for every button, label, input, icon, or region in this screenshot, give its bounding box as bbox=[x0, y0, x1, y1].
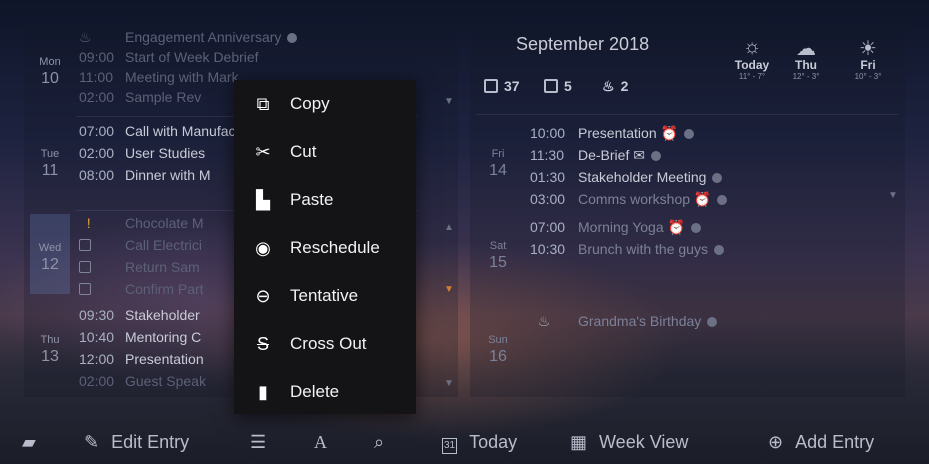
copy-icon: ⧉ bbox=[256, 94, 270, 114]
stat-events: 37 bbox=[484, 78, 520, 94]
day-label-fri: Fri 14 bbox=[489, 148, 507, 179]
scroll-down-icon[interactable]: ▼ bbox=[444, 96, 454, 107]
bottom-toolbar: ▰ ✎ Edit Entry ☰ A ⌕ 31 Today ▦ Week View ⊕… bbox=[0, 420, 929, 464]
alarm-icon: ⏰ bbox=[663, 219, 685, 235]
scroll-down-icon[interactable]: ▼ bbox=[444, 378, 454, 389]
edit-entry-button[interactable]: ✎ Edit Entry bbox=[84, 420, 189, 464]
day-label-mon: Mon 10 bbox=[39, 56, 61, 87]
day-label-sat: Sat 15 bbox=[489, 240, 507, 271]
agenda-event[interactable]: 10:40 Mentoring C bbox=[79, 326, 201, 348]
week-view-button[interactable]: ▦ Week View bbox=[570, 420, 688, 464]
stat-tasks: 5 bbox=[544, 78, 572, 94]
birthday-cake-icon: ♨ bbox=[602, 78, 615, 94]
todo-item[interactable]: Confirm Part bbox=[79, 278, 204, 300]
checkbox-icon[interactable] bbox=[79, 239, 91, 251]
scroll-up-icon[interactable]: ▲ bbox=[444, 222, 454, 233]
agenda-event[interactable]: 08:00 Dinner with M bbox=[79, 164, 211, 186]
day-label-thu: Thu 13 bbox=[40, 334, 60, 365]
todo-item[interactable]: Call Electrici bbox=[79, 234, 202, 256]
day-label-wed: Wed 12 bbox=[38, 242, 62, 273]
search-button[interactable]: ⌕ bbox=[374, 420, 396, 464]
plus-circle-icon: ⊕ bbox=[768, 432, 784, 452]
today-button[interactable]: 31 Today bbox=[442, 420, 517, 464]
month-title: September 2018 bbox=[516, 34, 650, 54]
divider bbox=[476, 114, 899, 115]
day-label-sun: Sun 16 bbox=[488, 334, 508, 365]
sun-icon: ☀ bbox=[859, 38, 877, 60]
journal-button[interactable]: ▰ bbox=[22, 420, 48, 464]
birthday-cake-icon: ♨ bbox=[530, 313, 551, 329]
list-view-button[interactable]: ☰ bbox=[250, 420, 278, 464]
agenda-event[interactable]: 01:30 Stakeholder Meeting bbox=[530, 166, 723, 188]
agenda-event[interactable]: 11:00 Meeting with Mark bbox=[79, 66, 239, 88]
menu-item-delete[interactable]: ▮ Delete bbox=[234, 369, 416, 415]
agenda-event[interactable]: 10:00 Presentation ⏰ bbox=[530, 122, 694, 144]
menu-item-tentative[interactable]: ⊖ Tentative bbox=[234, 273, 416, 319]
weather-thu: ☁ Thu 12° - 3° bbox=[780, 36, 832, 81]
strikethrough-icon: S bbox=[256, 334, 269, 354]
agenda-event[interactable]: 02:00 Guest Speak bbox=[79, 370, 206, 392]
menu-item-copy[interactable]: ⧉ Copy bbox=[234, 81, 416, 127]
partly-cloudy-icon: ☼ bbox=[742, 36, 762, 58]
edit-icon: ✎ bbox=[84, 432, 100, 452]
agenda-event[interactable]: 03:00 Comms workshop ⏰ bbox=[530, 188, 728, 210]
day-label-tue: Tue 11 bbox=[40, 148, 60, 179]
alarm-icon: ⏰ bbox=[656, 125, 678, 141]
calendar-today-icon: 31 bbox=[442, 438, 458, 454]
priority-icon: ! bbox=[79, 215, 91, 231]
stat-birthdays: ♨ 2 bbox=[602, 78, 629, 94]
font-size-icon: A bbox=[314, 432, 327, 452]
menu-item-paste[interactable]: ▙ Paste bbox=[234, 177, 416, 223]
font-size-button[interactable]: A bbox=[314, 420, 339, 464]
trash-icon: ▮ bbox=[258, 382, 268, 402]
journal-icon: ▰ bbox=[22, 432, 36, 452]
agenda-event[interactable]: 02:00 Sample Rev bbox=[79, 86, 201, 108]
tentative-icon: ⊖ bbox=[255, 286, 271, 306]
list-icon: ☰ bbox=[250, 432, 267, 452]
agenda-event[interactable]: 07:00 Morning Yoga ⏰ bbox=[530, 216, 701, 238]
agenda-event[interactable]: 12:00 Presentation bbox=[79, 348, 204, 370]
agenda-event[interactable]: 10:30 Brunch with the guys bbox=[530, 238, 724, 260]
agenda-event[interactable]: 11:30 De-Brief ✉ bbox=[530, 144, 661, 166]
weather-today: ☼ Today 11° - 7° bbox=[726, 36, 778, 81]
scroll-down-icon[interactable]: ▼ bbox=[888, 190, 898, 201]
calendar-icon: ▦ bbox=[570, 432, 588, 452]
checkbox-icon[interactable] bbox=[79, 261, 91, 273]
calendar-icon bbox=[484, 79, 498, 93]
add-entry-button[interactable]: ⊕ Add Entry bbox=[768, 420, 874, 464]
menu-item-cut[interactable]: ✂ Cut bbox=[234, 129, 416, 175]
menu-item-reschedule[interactable]: ◉ Reschedule bbox=[234, 225, 416, 271]
rain-cloud-icon: ☁ bbox=[796, 38, 816, 60]
agenda-event[interactable]: ! Chocolate M bbox=[79, 212, 204, 234]
agenda-event[interactable]: 09:30 Stakeholder bbox=[79, 304, 200, 326]
birthday-cake-icon: ♨ bbox=[79, 29, 92, 45]
mail-icon: ✉ bbox=[629, 147, 645, 163]
menu-item-cross-out[interactable]: S Cross Out bbox=[234, 321, 416, 367]
checkbox-icon[interactable] bbox=[79, 283, 91, 295]
agenda-event[interactable]: 02:00 User Studies bbox=[79, 142, 205, 164]
context-menu: ⧉ Copy ✂ Cut ▙ Paste ◉ Reschedule ⊖ Tentative… bbox=[234, 80, 416, 414]
agenda-event[interactable]: 09:00 Start of Week Debrief bbox=[79, 46, 259, 68]
todo-item[interactable]: Return Sam bbox=[79, 256, 200, 278]
search-icon: ⌕ bbox=[374, 432, 385, 452]
scroll-down-icon[interactable]: ▼ bbox=[444, 284, 454, 295]
right-panel: September 2018 37 5 ♨ 2 ☼ Today 11° - 7° ☁ T… bbox=[470, 22, 905, 397]
scissors-icon: ✂ bbox=[255, 142, 271, 162]
weather-fri: ☀ Fri 10° - 3° bbox=[842, 36, 894, 81]
agenda-event[interactable]: ♨ Grandma's Birthday bbox=[530, 310, 718, 332]
reschedule-icon: ◉ bbox=[255, 238, 271, 258]
agenda-event[interactable]: ♨ Engagement Anniversary bbox=[79, 26, 298, 48]
checkbox-icon bbox=[544, 79, 558, 93]
alarm-icon: ⏰ bbox=[690, 191, 712, 207]
paste-icon: ▙ bbox=[256, 190, 270, 210]
